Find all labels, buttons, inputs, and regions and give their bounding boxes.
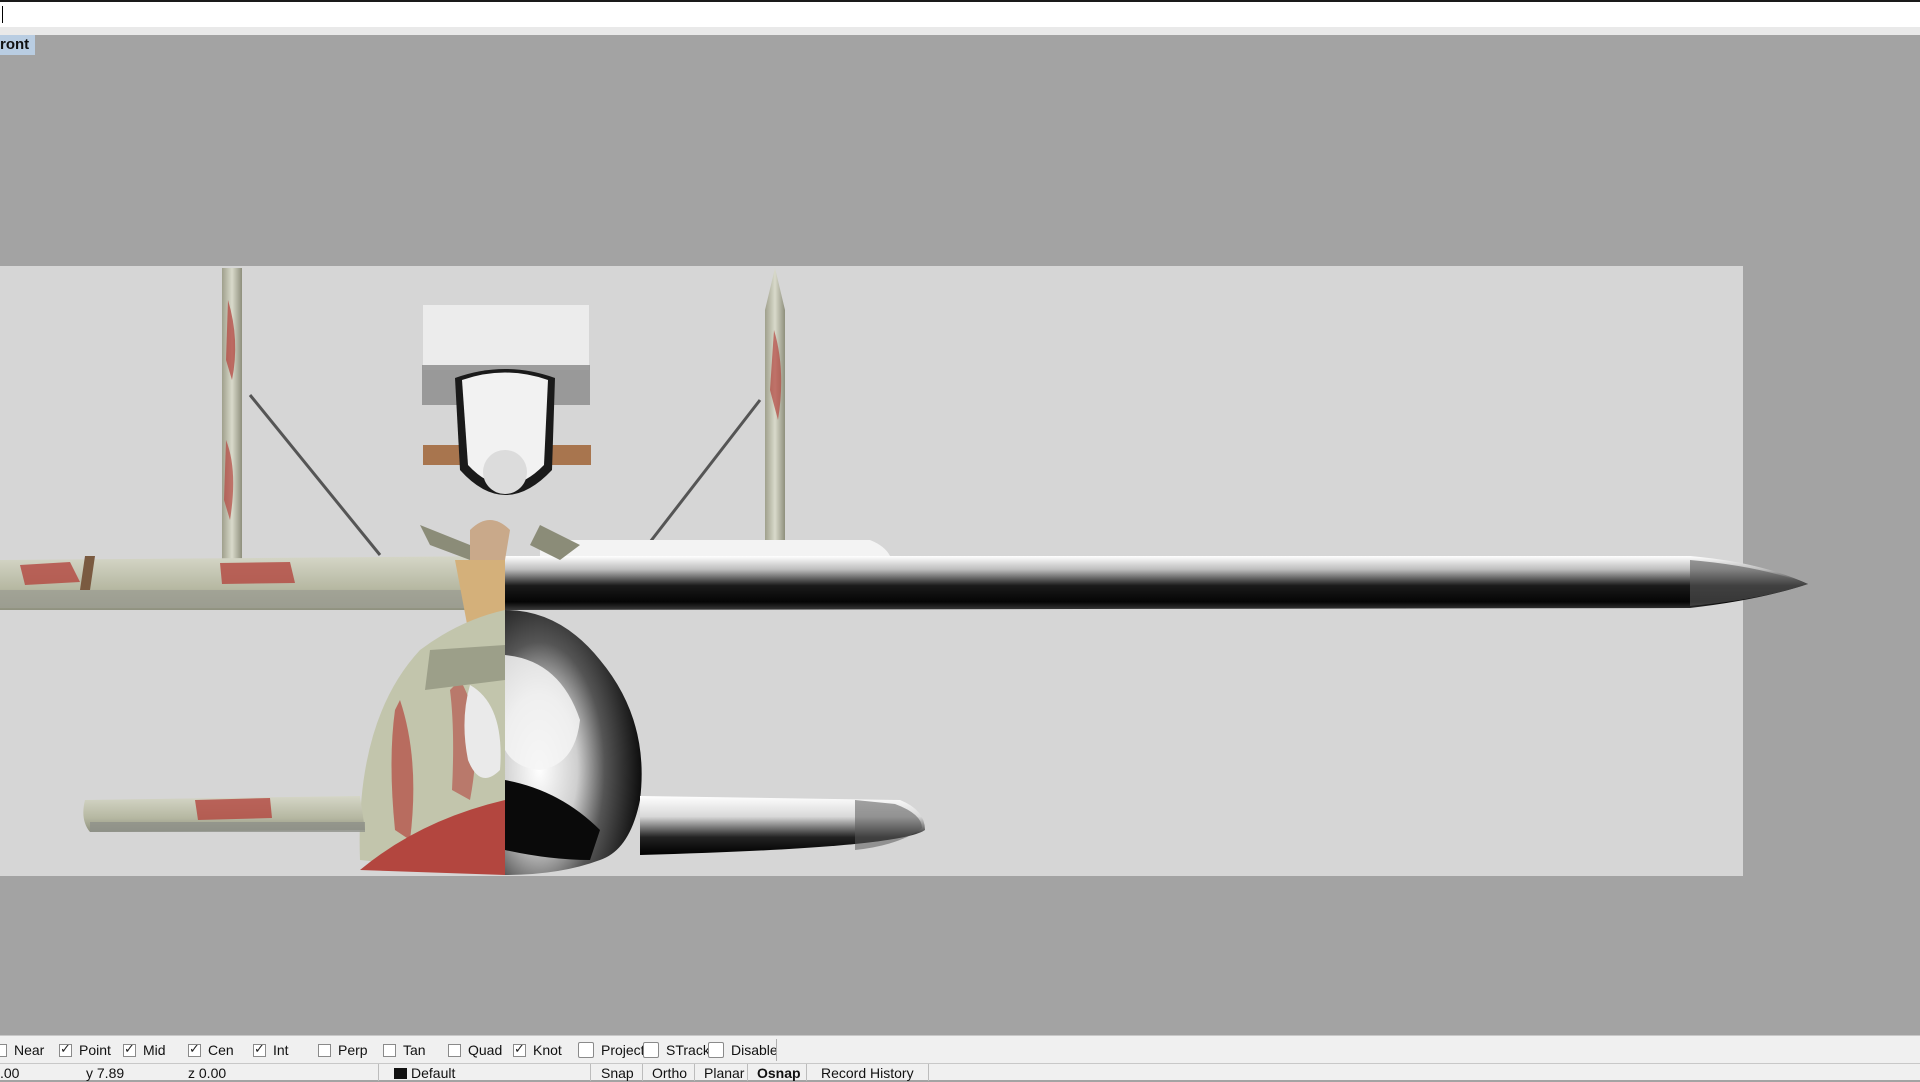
osnap-cen[interactable]: Cen bbox=[188, 1042, 234, 1058]
osnap-perp[interactable]: Perp bbox=[318, 1042, 368, 1058]
osnap-disable[interactable]: Disable bbox=[708, 1042, 778, 1058]
osnap-cen-label: Cen bbox=[208, 1042, 234, 1058]
snap-toggle[interactable]: Snap bbox=[601, 1064, 634, 1081]
status-divider bbox=[642, 1064, 643, 1081]
osnap-int-checkbox[interactable] bbox=[253, 1042, 266, 1057]
status-bar: .00 y 7.89 z 0.00 Default Snap Ortho Pla… bbox=[0, 1063, 1920, 1081]
osnap-near-checkbox[interactable] bbox=[0, 1043, 7, 1057]
osnap-point-checkbox[interactable] bbox=[59, 1042, 72, 1057]
osnap-separator bbox=[776, 1039, 777, 1061]
status-divider bbox=[378, 1064, 379, 1081]
left-wing-strut[interactable] bbox=[222, 268, 382, 568]
current-layer[interactable]: Default bbox=[394, 1064, 455, 1081]
osnap-point[interactable]: Point bbox=[59, 1042, 111, 1058]
osnap-project[interactable]: Project bbox=[578, 1042, 645, 1058]
osnap-int-label: Int bbox=[273, 1042, 289, 1058]
scene-geometry[interactable] bbox=[0, 0, 1920, 1080]
status-divider bbox=[590, 1064, 591, 1081]
upper-wing-surface[interactable] bbox=[505, 540, 1808, 610]
osnap-cen-checkbox[interactable] bbox=[188, 1042, 201, 1057]
upper-wing-left[interactable] bbox=[0, 556, 505, 610]
status-divider bbox=[928, 1064, 929, 1081]
osnap-disable-checkbox[interactable] bbox=[708, 1042, 724, 1058]
coord-z: z 0.00 bbox=[188, 1065, 227, 1081]
record-history-toggle[interactable]: Record History bbox=[821, 1064, 914, 1081]
layer-name: Default bbox=[411, 1065, 456, 1081]
osnap-toggle[interactable]: Osnap bbox=[757, 1064, 801, 1081]
osnap-mid-label: Mid bbox=[143, 1042, 166, 1058]
osnap-perp-checkbox[interactable] bbox=[318, 1043, 331, 1057]
osnap-disable-label: Disable bbox=[731, 1042, 778, 1058]
fuselage-left-half[interactable] bbox=[359, 610, 505, 875]
osnap-int[interactable]: Int bbox=[253, 1042, 289, 1058]
ortho-toggle[interactable]: Ortho bbox=[652, 1064, 687, 1081]
osnap-knot-checkbox[interactable] bbox=[513, 1042, 526, 1057]
osnap-knot-label: Knot bbox=[533, 1042, 562, 1058]
osnap-tan-label: Tan bbox=[403, 1042, 426, 1058]
osnap-quad[interactable]: Quad bbox=[448, 1042, 502, 1058]
osnap-toolbar: Near Point Mid Cen Int Perp Tan Quad Kno… bbox=[0, 1035, 1920, 1063]
osnap-tan[interactable]: Tan bbox=[383, 1042, 426, 1058]
top-nacelle[interactable] bbox=[455, 369, 555, 495]
osnap-mid[interactable]: Mid bbox=[123, 1042, 166, 1058]
coord-y: y 7.89 bbox=[86, 1065, 125, 1081]
osnap-project-checkbox[interactable] bbox=[578, 1042, 594, 1058]
osnap-point-label: Point bbox=[79, 1042, 111, 1058]
osnap-near-label: Near bbox=[14, 1042, 45, 1058]
osnap-quad-label: Quad bbox=[468, 1042, 503, 1058]
osnap-knot[interactable]: Knot bbox=[513, 1042, 562, 1058]
osnap-quad-checkbox[interactable] bbox=[448, 1043, 461, 1057]
osnap-strack-checkbox[interactable] bbox=[643, 1042, 659, 1058]
layer-color-swatch bbox=[394, 1068, 407, 1079]
fuselage-nose[interactable] bbox=[505, 610, 642, 875]
osnap-tan-checkbox[interactable] bbox=[383, 1043, 396, 1057]
osnap-near[interactable]: Near bbox=[0, 1042, 44, 1058]
osnap-strack-label: STrack bbox=[666, 1042, 710, 1058]
osnap-mid-checkbox[interactable] bbox=[123, 1042, 136, 1057]
status-divider bbox=[747, 1064, 748, 1081]
status-divider bbox=[806, 1064, 807, 1081]
right-wing-strut[interactable] bbox=[638, 268, 785, 560]
status-divider bbox=[694, 1064, 695, 1081]
osnap-project-label: Project bbox=[601, 1042, 645, 1058]
osnap-strack[interactable]: STrack bbox=[643, 1042, 710, 1058]
osnap-perp-label: Perp bbox=[338, 1042, 368, 1058]
coord-x: .00 bbox=[0, 1065, 20, 1081]
planar-toggle[interactable]: Planar bbox=[704, 1064, 744, 1081]
